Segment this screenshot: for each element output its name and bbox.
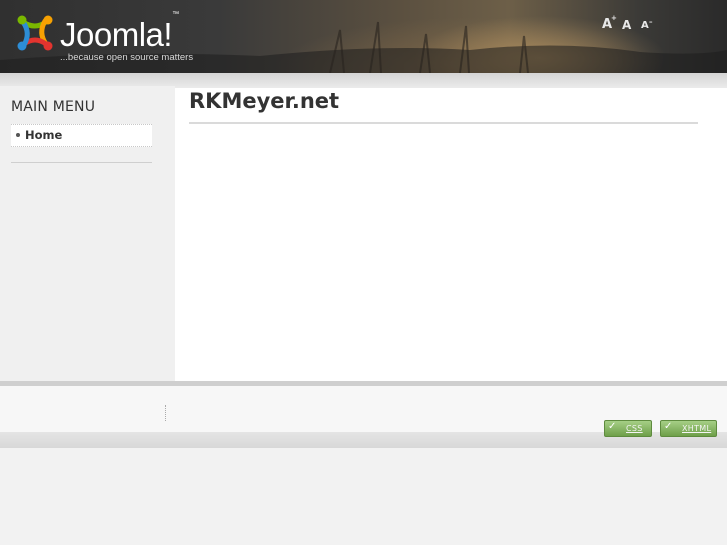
joomla-logo[interactable]: Joomla!™ ...because open source matters bbox=[14, 11, 214, 64]
page-title: RKMeyer.net bbox=[189, 89, 340, 113]
site-header: Joomla!™ ...because open source matters … bbox=[0, 0, 727, 73]
check-icon: ✓ bbox=[608, 421, 617, 432]
css-valid-badge[interactable]: ✓ CSS bbox=[604, 420, 652, 437]
check-icon: ✓ bbox=[664, 421, 673, 432]
sidebar-divider bbox=[11, 162, 152, 163]
sidebar-item-home[interactable]: Home bbox=[11, 124, 152, 147]
reset-font-button[interactable]: A bbox=[622, 18, 631, 32]
logo-wordmark: Joomla!™ bbox=[60, 11, 179, 53]
joomla-logo-icon bbox=[17, 15, 53, 51]
bullet-icon bbox=[16, 133, 20, 137]
title-divider bbox=[189, 122, 698, 124]
main-content bbox=[175, 88, 727, 382]
increase-font-button[interactable]: A + bbox=[602, 14, 617, 32]
main-menu-title: MAIN MENU bbox=[11, 99, 96, 115]
logo-tagline: ...because open source matters bbox=[60, 52, 194, 63]
footer-divider bbox=[165, 405, 166, 421]
decrease-font-button[interactable]: A – bbox=[641, 18, 653, 31]
xhtml-valid-badge[interactable]: ✓ XHTML bbox=[660, 420, 717, 437]
sidebar-item-label: Home bbox=[25, 128, 63, 142]
